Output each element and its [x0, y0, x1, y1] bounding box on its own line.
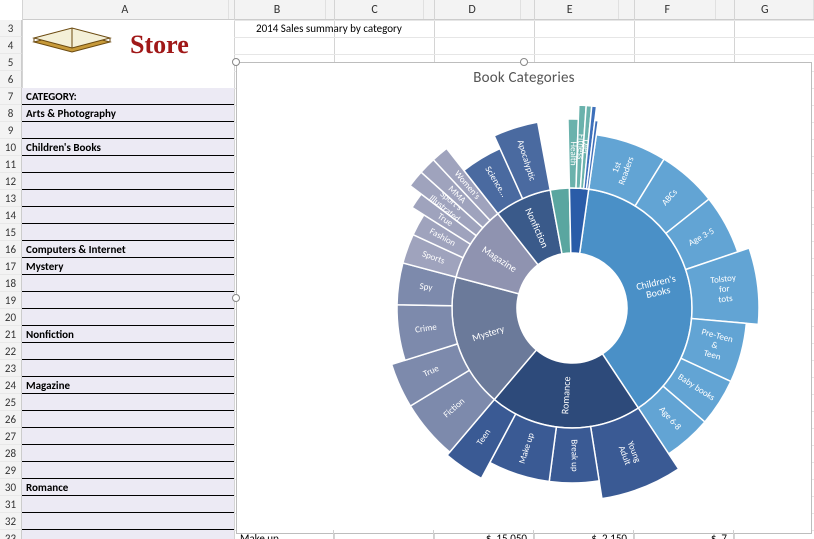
cell-e33[interactable]: $ 2,150: [534, 530, 634, 539]
cell-c33[interactable]: [334, 530, 434, 539]
row-header-19[interactable]: 19: [0, 292, 22, 309]
col-header-G[interactable]: G: [716, 0, 814, 19]
col-header-D[interactable]: D: [424, 0, 522, 19]
column-A-cells: CATEGORY:Arts & Photography Children's Bo…: [22, 20, 234, 539]
cell-a13[interactable]: [22, 190, 234, 207]
row-header-20[interactable]: 20: [0, 309, 22, 326]
cell-a11[interactable]: [22, 156, 234, 173]
cell-a27[interactable]: [22, 428, 234, 445]
cell-a8[interactable]: Arts & Photography: [22, 105, 234, 122]
cell-a16[interactable]: Computers & Internet: [22, 241, 234, 258]
cell-a17[interactable]: Mystery: [22, 258, 234, 275]
row-headers: 3456789101112131415161718192021222324252…: [0, 20, 22, 539]
row-header-25[interactable]: 25: [0, 394, 22, 411]
row-header-7[interactable]: 7: [0, 88, 22, 105]
spreadsheet-view: A B C D E F G 34567891011121314151617181…: [0, 0, 814, 539]
row-header-27[interactable]: 27: [0, 428, 22, 445]
cell-f33[interactable]: $ 7: [634, 530, 734, 539]
chart-object[interactable]: Book Categories Children'sBooksRomanceMy…: [236, 62, 812, 534]
cell-a15[interactable]: [22, 224, 234, 241]
row-header-3[interactable]: 3: [0, 20, 22, 37]
svg-text:Break up: Break up: [568, 439, 579, 472]
cell-a29[interactable]: [22, 462, 234, 479]
col-header-E[interactable]: E: [521, 0, 619, 19]
cell-a18[interactable]: [22, 275, 234, 292]
cell-a9[interactable]: [22, 122, 234, 139]
cell-a30[interactable]: Romance: [22, 479, 234, 496]
chart-title: Book Categories: [237, 63, 811, 87]
sunburst-chart[interactable]: Children'sBooksRomanceMysteryMagazineNon…: [262, 93, 782, 539]
cell-a32[interactable]: [22, 513, 234, 530]
row-header-23[interactable]: 23: [0, 360, 22, 377]
row-header-29[interactable]: 29: [0, 462, 22, 479]
svg-text:Romance: Romance: [558, 376, 573, 414]
row-header-12[interactable]: 12: [0, 173, 22, 190]
row-header-17[interactable]: 17: [0, 258, 22, 275]
chart-resize-handle[interactable]: [232, 294, 240, 302]
category-header[interactable]: CATEGORY:: [22, 88, 234, 105]
col-header-C[interactable]: C: [326, 0, 424, 19]
row-header-18[interactable]: 18: [0, 275, 22, 292]
row-header-4[interactable]: 4: [0, 37, 22, 54]
row-header-32[interactable]: 32: [0, 513, 22, 530]
cell-b33[interactable]: Make up: [234, 530, 334, 539]
cell-a31[interactable]: [22, 496, 234, 513]
chart-resize-handle[interactable]: [520, 58, 528, 66]
col-header-F[interactable]: F: [619, 0, 717, 19]
cell-a28[interactable]: [22, 445, 234, 462]
chart-resize-handle[interactable]: [232, 58, 240, 66]
svg-text:Spy: Spy: [419, 281, 434, 294]
cell-a24[interactable]: Magazine: [22, 377, 234, 394]
cell-a19[interactable]: [22, 292, 234, 309]
row-header-10[interactable]: 10: [0, 139, 22, 156]
cell-a14[interactable]: [22, 207, 234, 224]
cell-a33[interactable]: [22, 530, 234, 539]
cell-a26[interactable]: [22, 411, 234, 428]
row-header-22[interactable]: 22: [0, 343, 22, 360]
cell-title[interactable]: 2014 Sales summary by category: [234, 20, 402, 37]
row-header-31[interactable]: 31: [0, 496, 22, 513]
row-header-28[interactable]: 28: [0, 445, 22, 462]
row-header-15[interactable]: 15: [0, 224, 22, 241]
row-header-8[interactable]: 8: [0, 105, 22, 122]
bottom-row: Make up $ 15,050 $ 2,150 $ 7: [234, 530, 734, 539]
cell-a12[interactable]: [22, 173, 234, 190]
row-header-14[interactable]: 14: [0, 207, 22, 224]
row-header-11[interactable]: 11: [0, 156, 22, 173]
cell-a21[interactable]: Nonfiction: [22, 326, 234, 343]
row-header-16[interactable]: 16: [0, 241, 22, 258]
row-header-26[interactable]: 26: [0, 411, 22, 428]
column-headers: A B C D E F G: [22, 0, 814, 20]
cell-a20[interactable]: [22, 309, 234, 326]
row-header-6[interactable]: 6: [0, 71, 22, 88]
row-header-30[interactable]: 30: [0, 479, 22, 496]
cell-a10[interactable]: Children's Books: [22, 139, 234, 156]
cell-a23[interactable]: [22, 360, 234, 377]
cell-d33[interactable]: $ 15,050: [434, 530, 534, 539]
row-header-13[interactable]: 13: [0, 190, 22, 207]
cell-a25[interactable]: [22, 394, 234, 411]
row-header-9[interactable]: 9: [0, 122, 22, 139]
row-header-21[interactable]: 21: [0, 326, 22, 343]
cell-a22[interactable]: [22, 343, 234, 360]
row-header-5[interactable]: 5: [0, 54, 22, 71]
row-header-24[interactable]: 24: [0, 377, 22, 394]
row-header-33[interactable]: 33: [0, 530, 22, 539]
col-header-B[interactable]: B: [229, 0, 327, 19]
